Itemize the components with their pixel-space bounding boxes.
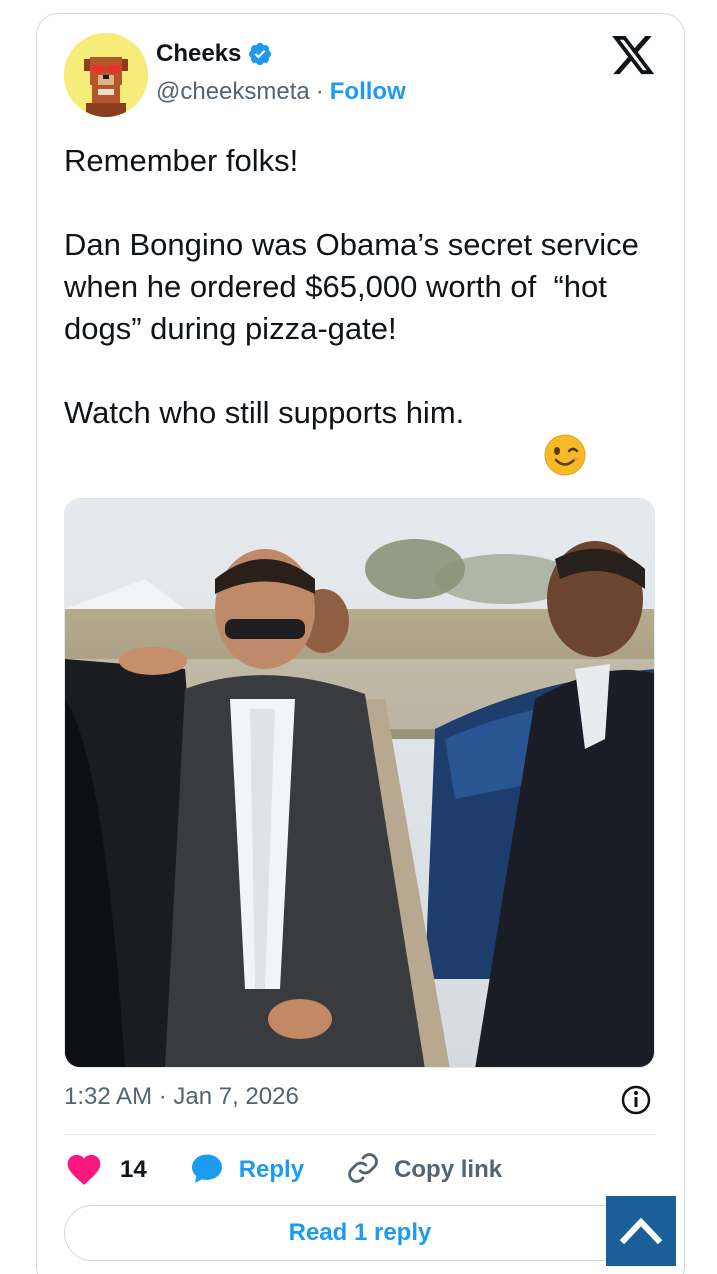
x-logo-icon[interactable] bbox=[612, 36, 656, 76]
reply-button[interactable]: Reply bbox=[189, 1151, 304, 1190]
heart-icon bbox=[64, 1150, 104, 1191]
author-handle[interactable]: @cheeksmeta bbox=[156, 78, 310, 106]
pixel-dog-avatar-icon bbox=[64, 33, 148, 117]
tweet-actions: 14 Reply Copy link bbox=[64, 1150, 502, 1190]
avatar[interactable] bbox=[64, 33, 148, 117]
tweet-text: Remember folks! Dan Bongino was Obama’s … bbox=[64, 143, 639, 430]
verified-badge-icon bbox=[247, 41, 273, 67]
author-name-row: Cheeks bbox=[156, 40, 273, 68]
read-replies-button[interactable]: Read 1 reply bbox=[64, 1205, 656, 1261]
follow-button[interactable]: Follow bbox=[330, 78, 406, 106]
author-handle-row: @cheeksmeta · Follow bbox=[156, 78, 406, 106]
divider bbox=[64, 1134, 656, 1135]
copy-link-button[interactable]: Copy link bbox=[346, 1151, 502, 1190]
reply-label: Reply bbox=[238, 1156, 305, 1183]
author-name[interactable]: Cheeks bbox=[156, 40, 241, 68]
copy-link-label: Copy link bbox=[394, 1156, 503, 1183]
tweet-timestamp[interactable]: 1:32 AM · Jan 7, 2026 bbox=[64, 1083, 299, 1111]
like-button[interactable]: 14 bbox=[64, 1150, 147, 1191]
read-replies-label: Read 1 reply bbox=[288, 1219, 432, 1246]
like-count: 14 bbox=[120, 1156, 147, 1183]
reply-bubble-icon bbox=[189, 1151, 225, 1190]
photo-of-men-near-car bbox=[65, 499, 654, 1067]
tweet-media-image[interactable] bbox=[64, 498, 655, 1068]
info-icon[interactable] bbox=[620, 1084, 652, 1116]
winking-face-icon bbox=[543, 433, 587, 477]
link-icon bbox=[346, 1151, 380, 1190]
chevron-up-icon bbox=[619, 1217, 663, 1245]
handle-separator: · bbox=[315, 78, 324, 105]
scroll-to-top-button[interactable] bbox=[606, 1196, 676, 1266]
